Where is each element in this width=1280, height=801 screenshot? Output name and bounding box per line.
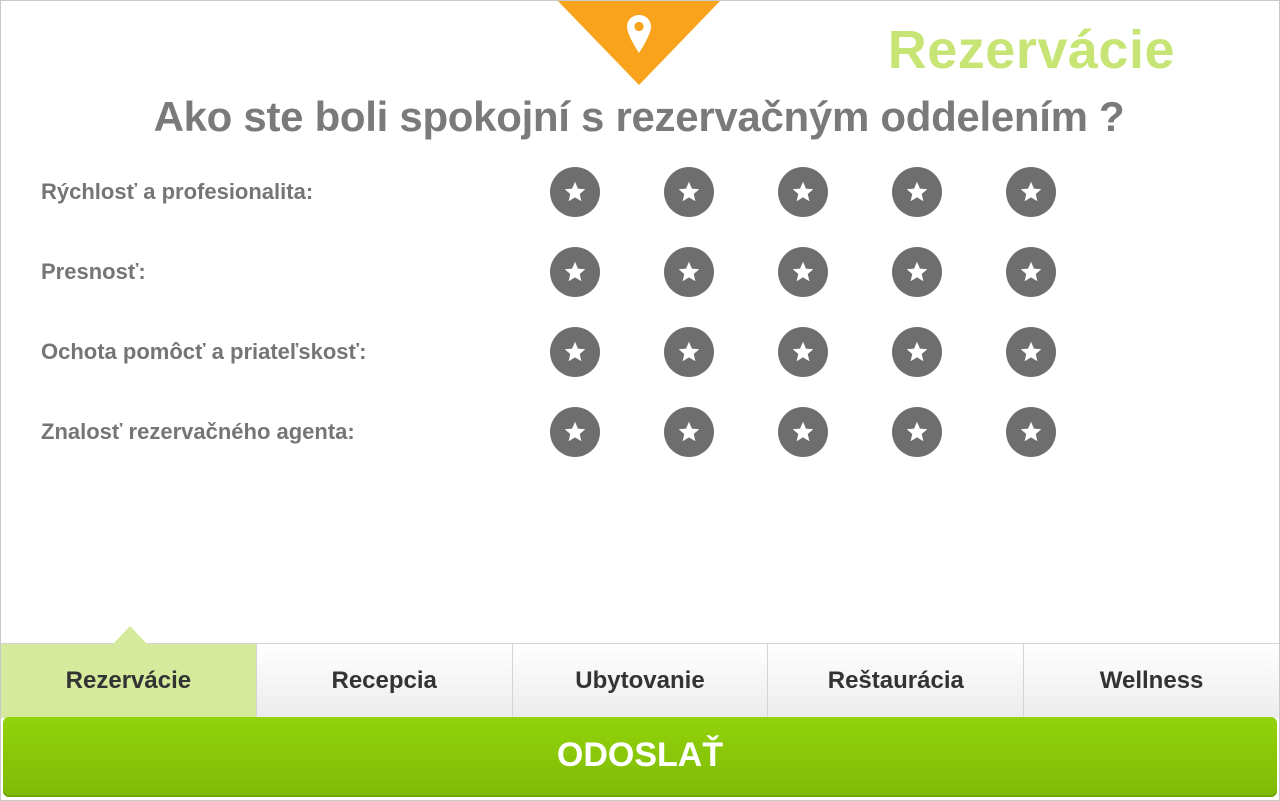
star-icon — [906, 421, 928, 442]
star-icon — [1020, 341, 1042, 362]
star-button-3[interactable] — [778, 167, 828, 217]
tab-label: Ubytovanie — [575, 667, 705, 694]
star-button-4[interactable] — [892, 247, 942, 297]
star-button-3[interactable] — [778, 247, 828, 297]
tab-wellness[interactable]: Wellness — [1024, 644, 1279, 718]
map-pin-icon — [627, 15, 651, 53]
star-button-1[interactable] — [550, 407, 600, 457]
star-icon — [564, 341, 586, 362]
survey-question: Ako ste boli spokojní s rezervačným odde… — [153, 93, 1125, 140]
star-button-1[interactable] — [550, 247, 600, 297]
star-button-4[interactable] — [892, 407, 942, 457]
star-icon — [678, 261, 700, 282]
survey-window: Rezervácie Ako ste boli spokojní s rezer… — [0, 0, 1280, 801]
rating-label: Ochota pomôcť a priateľskosť: — [41, 339, 367, 364]
star-button-5[interactable] — [1006, 247, 1056, 297]
star-icon — [564, 181, 586, 202]
star-icon — [1020, 181, 1042, 202]
star-button-2[interactable] — [664, 247, 714, 297]
star-button-1[interactable] — [550, 327, 600, 377]
star-icon — [792, 261, 814, 282]
active-tab-pointer — [113, 626, 147, 644]
star-icon — [1020, 261, 1042, 282]
star-button-4[interactable] — [892, 167, 942, 217]
section-title: Rezervácie — [887, 20, 1175, 80]
star-icon — [792, 181, 814, 202]
star-button-2[interactable] — [664, 167, 714, 217]
star-icon — [906, 181, 928, 202]
star-icon — [906, 261, 928, 282]
star-icon — [792, 421, 814, 442]
star-icon — [1020, 421, 1042, 442]
tab-label: Recepcia — [331, 667, 437, 694]
rating-row-friendliness: Ochota pomôcť a priateľskosť: — [41, 326, 1141, 378]
star-icon — [678, 341, 700, 362]
star-button-2[interactable] — [664, 327, 714, 377]
tab-label: Reštaurácia — [827, 667, 964, 694]
star-icon — [678, 421, 700, 442]
star-icon — [906, 341, 928, 362]
star-icon — [564, 421, 586, 442]
rating-label: Rýchlosť a profesionalita: — [41, 179, 314, 204]
tab-ubytovanie[interactable]: Ubytovanie — [512, 644, 769, 718]
tab-recepcia[interactable]: Recepcia — [256, 644, 513, 718]
submit-button[interactable]: ODOSLAŤ — [3, 717, 1277, 797]
star-button-3[interactable] — [778, 407, 828, 457]
star-button-5[interactable] — [1006, 167, 1056, 217]
rating-label: Znalosť rezervačného agenta: — [41, 419, 355, 444]
star-button-5[interactable] — [1006, 407, 1056, 457]
star-button-5[interactable] — [1006, 327, 1056, 377]
star-icon — [792, 341, 814, 362]
star-icon — [678, 181, 700, 202]
rating-row-speed: Rýchlosť a profesionalita: — [41, 166, 1141, 218]
star-button-2[interactable] — [664, 407, 714, 457]
star-button-4[interactable] — [892, 327, 942, 377]
rating-label: Presnosť: — [41, 259, 146, 284]
tab-label: Wellness — [1099, 667, 1204, 694]
rating-row-accuracy: Presnosť: — [41, 246, 1141, 298]
rating-row-agent-knowledge: Znalosť rezervačného agenta: — [41, 406, 1141, 458]
tab-restauracia[interactable]: Reštaurácia — [768, 644, 1025, 718]
tab-label: Rezervácie — [65, 667, 192, 694]
star-icon — [564, 261, 586, 282]
star-button-1[interactable] — [550, 167, 600, 217]
tab-rezervacie[interactable]: Rezervácie — [1, 626, 257, 718]
category-tabs: Rezervácie Recepcia Ubytovanie Reštaurác… — [1, 626, 1279, 718]
star-button-3[interactable] — [778, 327, 828, 377]
